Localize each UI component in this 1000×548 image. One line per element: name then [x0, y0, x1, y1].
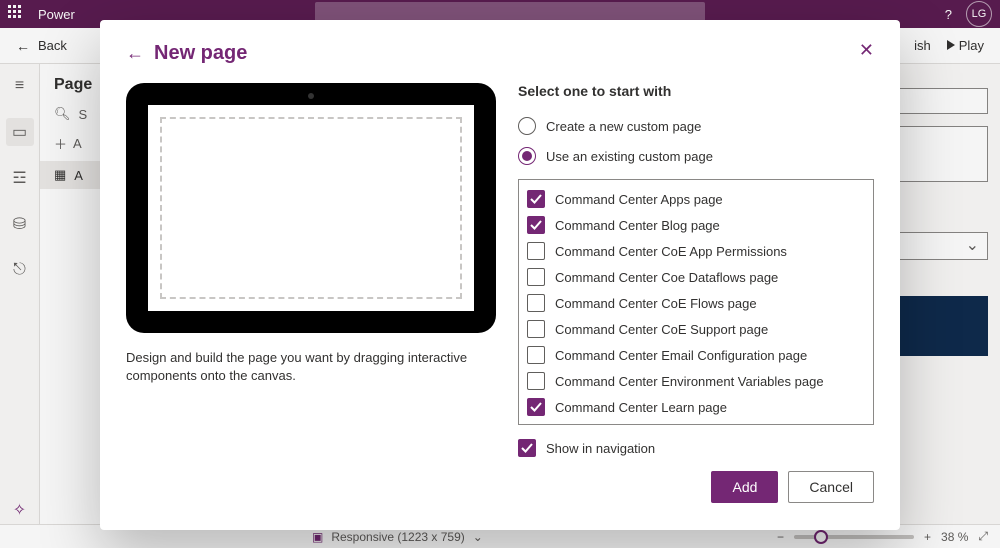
modal-title: New page	[154, 42, 247, 65]
page-option[interactable]: Command Center Apps page	[527, 186, 865, 212]
checkbox-icon	[518, 439, 536, 457]
existing-pages-list[interactable]: Command Center Apps page Command Center B…	[518, 179, 874, 425]
radio-use-existing[interactable]: Use an existing custom page	[518, 147, 874, 165]
checkbox-icon	[527, 346, 545, 364]
page-option-label: Command Center Coe Dataflows page	[555, 270, 778, 285]
modal-description: Design and build the page you want by dr…	[126, 349, 496, 385]
page-option-label: Command Center CoE Support page	[555, 322, 768, 337]
checkbox-icon	[527, 320, 545, 338]
modal-back-icon[interactable]: ←	[126, 43, 144, 64]
checkbox-icon	[527, 294, 545, 312]
checkbox-icon	[527, 398, 545, 416]
checkbox-icon	[527, 268, 545, 286]
cancel-button[interactable]: Cancel	[788, 471, 874, 503]
page-option[interactable]: Command Center Maker Apps	[527, 420, 865, 425]
add-button[interactable]: Add	[711, 471, 778, 503]
page-option[interactable]: Command Center CoE Support page	[527, 316, 865, 342]
radio-icon	[518, 117, 536, 135]
page-option-label: Command Center Apps page	[555, 192, 723, 207]
show-in-navigation-checkbox[interactable]: Show in navigation	[518, 439, 874, 457]
checkbox-icon	[527, 190, 545, 208]
page-option[interactable]: Command Center CoE Flows page	[527, 290, 865, 316]
page-option-label: Command Center Environment Variables pag…	[555, 374, 824, 389]
checkbox-icon	[527, 216, 545, 234]
tablet-preview	[126, 83, 496, 333]
radio-icon	[518, 147, 536, 165]
checkbox-icon	[527, 242, 545, 260]
page-option[interactable]: Command Center Blog page	[527, 212, 865, 238]
radio-create-new[interactable]: Create a new custom page	[518, 117, 874, 135]
page-option[interactable]: Command Center Coe Dataflows page	[527, 264, 865, 290]
modal-subtitle: Select one to start with	[518, 83, 874, 99]
page-option[interactable]: Command Center Email Configuration page	[527, 342, 865, 368]
page-option-label: Command Center Blog page	[555, 218, 720, 233]
page-option[interactable]: Command Center CoE App Permissions	[527, 238, 865, 264]
new-page-dialog: ← New page ✕ Design and build the page y…	[100, 20, 900, 530]
checkbox-icon	[527, 372, 545, 390]
page-option[interactable]: Command Center Learn page	[527, 394, 865, 420]
page-option[interactable]: Command Center Environment Variables pag…	[527, 368, 865, 394]
page-option-label: Command Center CoE Flows page	[555, 296, 757, 311]
checkbox-icon	[527, 424, 545, 425]
close-icon[interactable]: ✕	[859, 40, 874, 61]
page-option-label: Command Center CoE App Permissions	[555, 244, 787, 259]
page-option-label: Command Center Learn page	[555, 400, 727, 415]
page-option-label: Command Center Email Configuration page	[555, 348, 807, 363]
